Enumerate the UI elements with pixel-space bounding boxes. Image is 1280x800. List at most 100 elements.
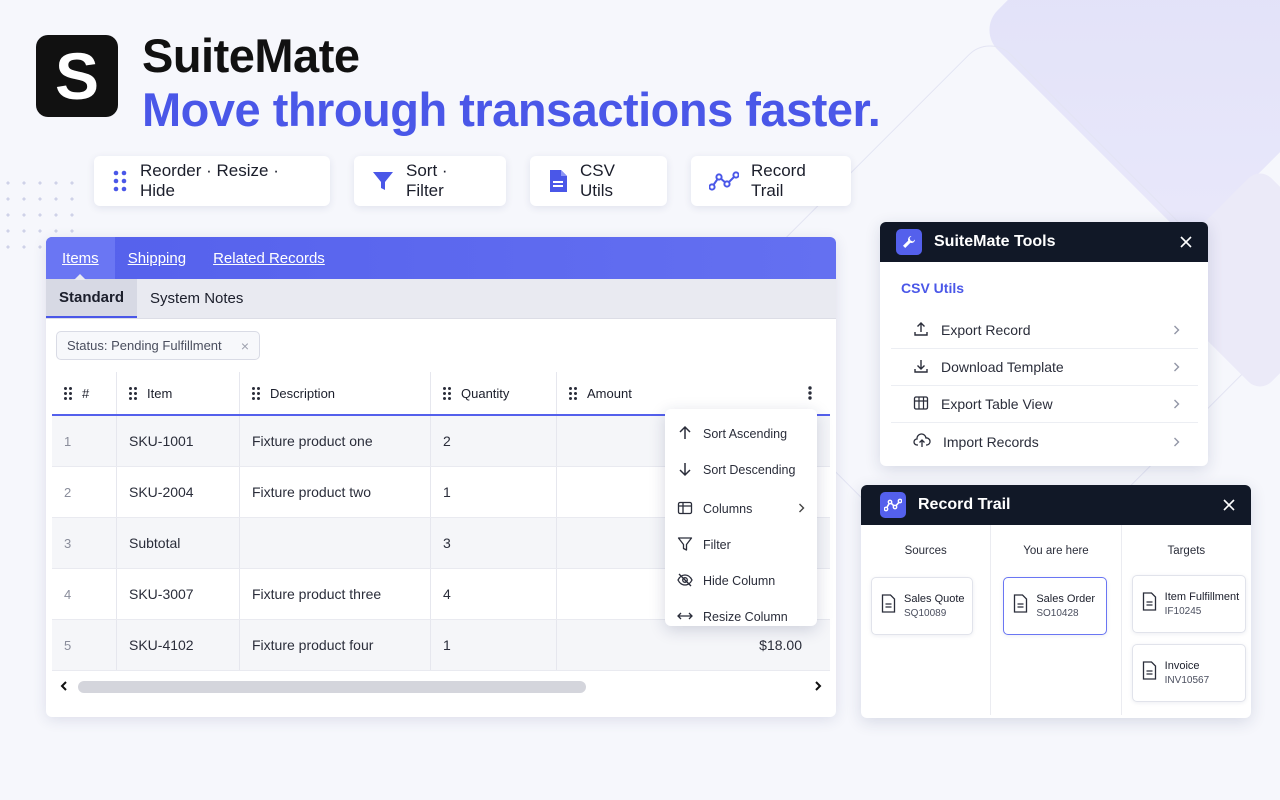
record-name: Invoice [1164, 660, 1200, 672]
row-number: 2 [52, 467, 117, 517]
menu-item-filter[interactable]: Filter [665, 528, 817, 562]
chevron-right-icon [1173, 359, 1180, 375]
trail-panel-title: Record Trail [918, 496, 1011, 513]
quantity-cell: 3 [431, 518, 557, 568]
suitemate-tools-panel: SuiteMate Tools CSV Utils Export Record … [880, 222, 1208, 466]
arrow-down-icon [677, 461, 693, 480]
record-name: Sales Quote [904, 593, 965, 605]
funnel-icon [677, 536, 693, 555]
tool-item-label: Export Record [941, 322, 1031, 338]
trail-column-title: Sources [904, 545, 947, 557]
app-logo: S [36, 35, 118, 117]
feature-label: CSV Utils [580, 161, 615, 200]
logo-letter: S [54, 39, 100, 113]
trail-panel-header: Record Trail [861, 485, 1251, 525]
record-id: SQ10089 [904, 608, 947, 619]
horizontal-scrollbar[interactable] [52, 677, 830, 697]
column-header-description[interactable]: Description [240, 372, 431, 414]
row-number: 4 [52, 569, 117, 619]
feature-label: Record Trail [751, 161, 806, 200]
column-header-item[interactable]: Item [117, 372, 240, 414]
record-name: Item Fulfillment [1164, 591, 1240, 603]
column-header-number[interactable]: # [52, 372, 117, 414]
subtab-standard[interactable]: Standard [46, 279, 138, 318]
item-cell: SKU-3007 [117, 569, 240, 619]
record-card-item-fulfillment[interactable]: Item Fulfillment IF10245 [1131, 575, 1246, 633]
trail-icon [880, 492, 906, 518]
amount-value: $18.00 [759, 637, 802, 653]
record-trail-panel: Record Trail Sources Sales Quote SQ10089 … [861, 485, 1251, 718]
scrollbar-thumb[interactable] [78, 681, 586, 693]
menu-item-columns[interactable]: Columns [665, 492, 817, 526]
record-card-sales-quote[interactable]: Sales Quote SQ10089 [871, 577, 973, 635]
subtab-system-notes[interactable]: System Notes [137, 279, 256, 318]
resize-icon [677, 608, 693, 627]
description-cell: Fixture product four [240, 620, 431, 670]
menu-item-sort-ascending[interactable]: Sort Ascending [665, 417, 817, 451]
record-card-invoice[interactable]: Invoice INV10567 [1131, 644, 1246, 702]
scroll-left-icon[interactable] [60, 680, 68, 694]
tool-item-export-table-view[interactable]: Export Table View [891, 386, 1198, 423]
tab-shipping[interactable]: Shipping [115, 237, 200, 279]
menu-item-hide-column[interactable]: Hide Column [665, 564, 817, 598]
tab-related-records[interactable]: Related Records [200, 237, 339, 279]
menu-item-label: Filter [703, 538, 731, 552]
item-cell: SKU-1001 [117, 416, 240, 466]
menu-item-label: Columns [703, 502, 753, 516]
cloud-upload-icon [913, 432, 931, 451]
arrow-up-icon [677, 425, 693, 444]
upload-icon [913, 321, 929, 340]
trail-column-title: You are here [1023, 545, 1089, 557]
table-icon [913, 395, 929, 414]
feature-pill-record-trail: Record Trail [691, 156, 851, 206]
drag-handle-icon[interactable] [569, 386, 577, 400]
row-number: 3 [52, 518, 117, 568]
document-icon [1013, 594, 1028, 618]
column-header-amount[interactable]: Amount [557, 372, 830, 414]
column-header-quantity[interactable]: Quantity [431, 372, 557, 414]
column-menu-kebab-icon[interactable] [808, 386, 812, 403]
menu-item-sort-descending[interactable]: Sort Descending [665, 453, 817, 487]
menu-item-label: Sort Descending [703, 463, 796, 477]
app-name: SuiteMate [142, 29, 360, 82]
trail-column-targets: Targets Item Fulfillment IF10245 Invoice I… [1122, 525, 1251, 715]
document-icon [1142, 592, 1157, 616]
subtab-bar: Standard System Notes [46, 279, 836, 319]
tagline: Move through transactions faster. [142, 83, 881, 136]
filter-chip-close-icon[interactable]: × [241, 338, 249, 354]
row-number: 5 [52, 620, 117, 670]
tab-items[interactable]: Items [46, 237, 115, 280]
close-icon[interactable] [1180, 232, 1192, 253]
feature-pill-sort-filter: Sort · Filter [354, 156, 506, 206]
tab-bar: Items Shipping Related Records [46, 237, 836, 280]
menu-item-resize-column[interactable]: Resize Column [665, 600, 817, 634]
status-filter-chip[interactable]: Status: Pending Fulfillment × [56, 331, 260, 360]
drag-handle-icon[interactable] [64, 386, 72, 400]
menu-item-label: Resize Column [703, 610, 788, 624]
record-card-sales-order[interactable]: Sales Order SO10428 [1003, 577, 1108, 635]
trail-column-sources: Sources Sales Quote SQ10089 [861, 525, 992, 715]
tool-item-export-record[interactable]: Export Record [891, 312, 1198, 349]
quantity-cell: 1 [431, 467, 557, 517]
filter-chip-label: Status: Pending Fulfillment [67, 338, 222, 353]
document-icon [881, 594, 896, 618]
tool-item-download-template[interactable]: Download Template [891, 349, 1198, 386]
item-cell: SKU-2004 [117, 467, 240, 517]
trail-columns: Sources Sales Quote SQ10089 You are here … [861, 525, 1251, 715]
wrench-icon [896, 229, 922, 255]
scroll-right-icon[interactable] [814, 680, 822, 694]
background-shape [977, 0, 1280, 243]
column-header-label: Quantity [461, 385, 510, 401]
close-icon[interactable] [1223, 495, 1235, 516]
trail-column-current: You are here Sales Order SO10428 [991, 525, 1122, 715]
tools-section-title: CSV Utils [901, 280, 965, 296]
tool-item-import-records[interactable]: Import Records [891, 423, 1198, 460]
description-cell: Fixture product one [240, 416, 431, 466]
drag-handle-icon[interactable] [443, 386, 451, 400]
quantity-cell: 1 [431, 620, 557, 670]
tool-item-label: Import Records [943, 433, 1039, 450]
tool-item-label: Export Table View [941, 396, 1053, 412]
drag-handle-icon[interactable] [252, 386, 260, 400]
drag-handle-icon[interactable] [129, 386, 137, 400]
tools-panel-header: SuiteMate Tools [880, 222, 1208, 262]
